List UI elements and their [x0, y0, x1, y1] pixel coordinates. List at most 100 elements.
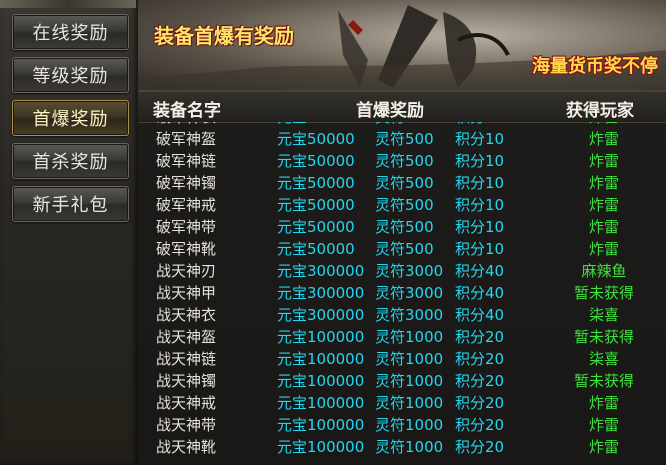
header-player: 获得玩家: [566, 101, 634, 121]
first-drop-table: 装备名字 首爆奖励 获得玩家 破军神衣元宝100000灵符1000积分20炸雷破…: [138, 92, 666, 465]
player-cell: 炸雷: [588, 416, 619, 434]
equipment-name-cell: 破军神带: [156, 218, 217, 236]
player-cell: 炸雷: [588, 152, 619, 170]
sidebar-item-online-reward[interactable]: 在线奖励: [12, 14, 129, 50]
points-reward-cell: 积分10: [455, 218, 505, 236]
table-row: 破军神链 元宝50000 灵符500 积分10 炸雷: [138, 148, 666, 170]
gold-reward-cell: 元宝50000: [277, 240, 355, 258]
player-cell: 柒喜: [588, 350, 619, 368]
table-row: 战天神刃 元宝300000 灵符3000 积分40 麻辣鱼: [138, 258, 666, 280]
equipment-name-cell: 战天神带: [156, 416, 217, 434]
points-reward-cell: 积分20: [455, 394, 505, 412]
lingfu-reward-cell: 灵符500: [375, 240, 434, 258]
table-row: 破军神靴 元宝50000 灵符500 积分10 炸雷: [138, 236, 666, 258]
game-panel: 在线奖励 等级奖励 首爆奖励 首杀奖励 新手礼包 装备首爆有奖励 海量货币奖不停…: [0, 0, 666, 465]
table-row: 战天神链 元宝100000 灵符1000 积分20 柒喜: [138, 346, 666, 368]
equipment-name-cell: 战天神刃: [156, 262, 217, 280]
table-header: 装备名字 首爆奖励 获得玩家: [138, 92, 666, 123]
lingfu-reward-cell: 灵符1000: [375, 372, 444, 390]
gold-reward-cell: 元宝300000: [277, 306, 365, 324]
equipment-name-cell: 破军神戒: [156, 196, 217, 214]
gold-reward-cell: 元宝100000: [277, 328, 365, 346]
equipment-name-cell: 破军神盔: [156, 130, 217, 148]
gold-reward-cell: 元宝50000: [277, 174, 355, 192]
table-row: 战天神戒 元宝100000 灵符1000 积分20 炸雷: [138, 390, 666, 412]
equipment-name-cell: 战天神靴: [156, 438, 217, 456]
lingfu-reward-cell: 灵符1000: [375, 328, 444, 346]
table-row: 破军神盔 元宝50000 灵符500 积分10 炸雷: [138, 126, 666, 148]
equipment-name-cell: 战天神盔: [156, 328, 217, 346]
gold-reward-cell: 元宝100000: [277, 416, 365, 434]
sidebar-item-newbie-gift[interactable]: 新手礼包: [12, 186, 129, 222]
gold-reward-cell: 元宝100000: [277, 438, 365, 456]
player-cell: 麻辣鱼: [581, 262, 627, 280]
lingfu-reward-cell: 灵符500: [375, 218, 434, 236]
points-reward-cell: 积分10: [455, 240, 505, 258]
equipment-name-cell: 破军神镯: [156, 174, 217, 192]
banner-subtitle: 海量货币奖不停: [532, 56, 658, 77]
table-row: 破军神镯 元宝50000 灵符500 积分10 炸雷: [138, 170, 666, 192]
sidebar-item-first-kill-reward[interactable]: 首杀奖励: [12, 143, 129, 179]
table-row: 破军神戒 元宝50000 灵符500 积分10 炸雷: [138, 192, 666, 214]
points-reward-cell: 积分40: [455, 262, 505, 280]
table-row: 战天神镯 元宝100000 灵符1000 积分20 暂未获得: [138, 368, 666, 390]
lingfu-reward-cell: 灵符1000: [375, 438, 444, 456]
header-first-drop-reward: 首爆奖励: [356, 101, 424, 121]
lingfu-reward-cell: 灵符3000: [375, 262, 444, 280]
player-cell: 炸雷: [588, 438, 619, 456]
equipment-name-cell: 战天神衣: [156, 306, 217, 324]
header-equipment-name: 装备名字: [153, 101, 221, 121]
sidebar-item-first-drop-reward[interactable]: 首爆奖励: [12, 100, 129, 136]
player-cell: 炸雷: [588, 174, 619, 192]
points-reward-cell: 积分40: [455, 306, 505, 324]
points-reward-cell: 积分20: [455, 328, 505, 346]
gold-reward-cell: 元宝100000: [277, 350, 365, 368]
player-cell: 炸雷: [588, 394, 619, 412]
gold-reward-cell: 元宝300000: [277, 284, 365, 302]
lingfu-reward-cell: 灵符500: [375, 174, 434, 192]
table-row: 破军神带 元宝50000 灵符500 积分10 炸雷: [138, 214, 666, 236]
player-cell: 暂未获得: [573, 328, 634, 346]
sidebar: 在线奖励 等级奖励 首爆奖励 首杀奖励 新手礼包: [0, 0, 140, 465]
sidebar-ornament: [0, 0, 136, 8]
player-cell: 炸雷: [588, 196, 619, 214]
lingfu-reward-cell: 灵符500: [375, 130, 434, 148]
player-cell: 炸雷: [588, 130, 619, 148]
table-row: 战天神靴 元宝100000 灵符1000 积分20 炸雷: [138, 434, 666, 456]
table-scroll-area[interactable]: 破军神衣元宝100000灵符1000积分20炸雷破军神盔元宝50000灵符500…: [138, 122, 666, 465]
gold-reward-cell: 元宝50000: [277, 218, 355, 236]
points-reward-cell: 积分20: [455, 350, 505, 368]
points-reward-cell: 积分10: [455, 152, 505, 170]
equipment-name-cell: 战天神甲: [156, 284, 217, 302]
points-reward-cell: 积分20: [455, 438, 505, 456]
gold-reward-cell: 元宝100000: [277, 394, 365, 412]
player-cell: 炸雷: [588, 218, 619, 236]
lingfu-reward-cell: 灵符3000: [375, 306, 444, 324]
equipment-name-cell: 破军神链: [156, 152, 217, 170]
equipment-name-cell: 破军神靴: [156, 240, 217, 258]
banner-title: 装备首爆有奖励: [154, 24, 294, 48]
lingfu-reward-cell: 灵符500: [375, 152, 434, 170]
lingfu-reward-cell: 灵符1000: [375, 350, 444, 368]
points-reward-cell: 积分10: [455, 196, 505, 214]
points-reward-cell: 积分10: [455, 130, 505, 148]
equipment-name-cell: 战天神镯: [156, 372, 217, 390]
equipment-name-cell: 战天神链: [156, 350, 217, 368]
lingfu-reward-cell: 灵符500: [375, 196, 434, 214]
player-cell: 暂未获得: [573, 372, 634, 390]
player-cell: 柒喜: [588, 306, 619, 324]
lingfu-reward-cell: 灵符3000: [375, 284, 444, 302]
table-row: 战天神带 元宝100000 灵符1000 积分20 炸雷: [138, 412, 666, 434]
sidebar-item-level-reward[interactable]: 等级奖励: [12, 57, 129, 93]
points-reward-cell: 积分20: [455, 372, 505, 390]
gold-reward-cell: 元宝300000: [277, 262, 365, 280]
gold-reward-cell: 元宝100000: [277, 372, 365, 390]
gold-reward-cell: 元宝50000: [277, 196, 355, 214]
lingfu-reward-cell: 灵符1000: [375, 416, 444, 434]
table-body: 破军神衣元宝100000灵符1000积分20炸雷破军神盔元宝50000灵符500…: [138, 122, 666, 456]
gold-reward-cell: 元宝50000: [277, 130, 355, 148]
lingfu-reward-cell: 灵符1000: [375, 394, 444, 412]
equipment-name-cell: 战天神戒: [156, 394, 217, 412]
gold-reward-cell: 元宝50000: [277, 152, 355, 170]
points-reward-cell: 积分10: [455, 174, 505, 192]
